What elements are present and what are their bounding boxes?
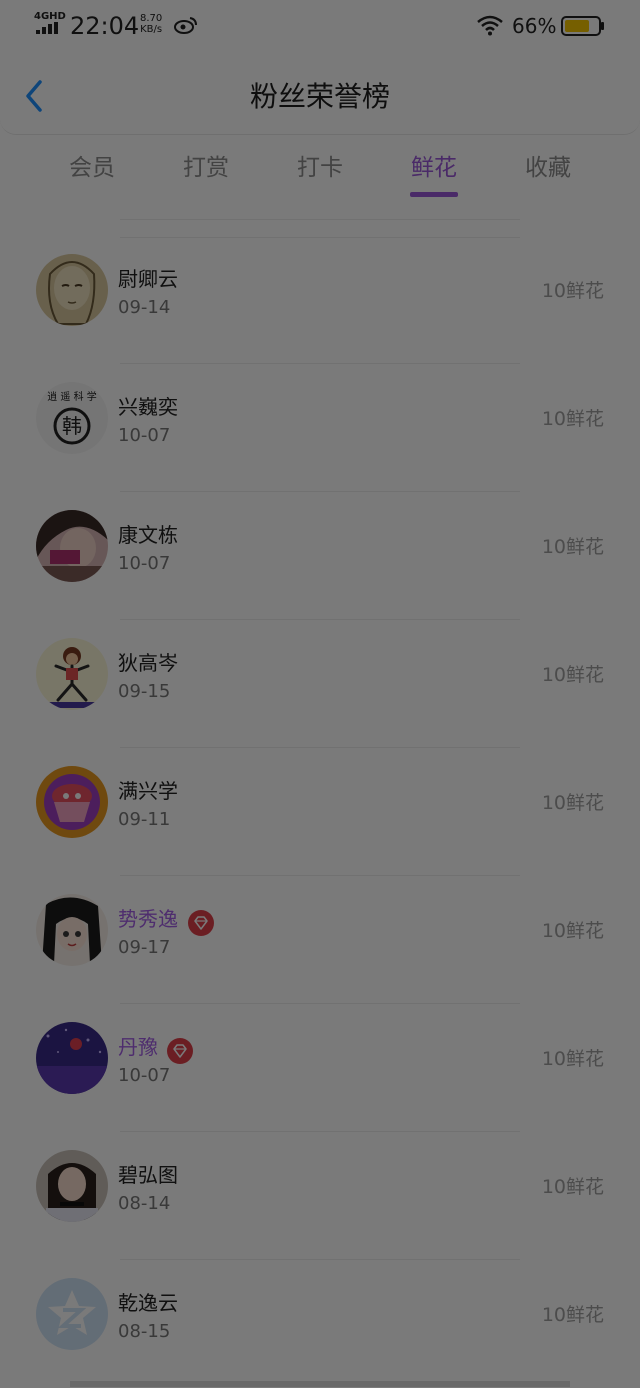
tab-favorites[interactable]: 收藏: [491, 146, 605, 190]
fan-name: 丹豫: [118, 1035, 158, 1059]
fan-name: 狄高岑: [118, 651, 178, 675]
fan-date: 08-14: [118, 1193, 171, 1214]
speed-unit: KB/s: [140, 24, 163, 35]
avatar[interactable]: [36, 894, 108, 966]
tab-checkin[interactable]: 打卡: [263, 146, 377, 190]
flower-amount: 10鲜花: [541, 1304, 604, 1326]
fan-date: 09-15: [118, 681, 171, 702]
avatar[interactable]: [36, 254, 108, 326]
weibo-icon: [174, 17, 197, 34]
tab-reward[interactable]: 打赏: [149, 146, 263, 190]
tab-bar: 会员 打赏 打卡 鲜花 收藏: [0, 146, 640, 202]
avatar[interactable]: [36, 1022, 108, 1094]
fan-name: 势秀逸: [118, 907, 178, 931]
vip-diamond-icon: [188, 910, 214, 936]
fan-date: 08-15: [118, 1321, 171, 1342]
list-item[interactable]: 乾逸云 08-15 10鲜花: [0, 1260, 640, 1388]
vip-diamond-icon: [167, 1038, 193, 1064]
list-item[interactable]: 狄高岑 09-15 10鲜花: [0, 620, 640, 748]
avatar[interactable]: 逍 遥 科 学 韩: [36, 382, 108, 454]
status-bar: 4GHD 22:04 8.70 KB/s 66%: [0, 0, 640, 52]
fan-name: 康文栋: [118, 523, 178, 547]
avatar[interactable]: [36, 510, 108, 582]
screen: 4GHD 22:04 8.70 KB/s 66% 粉丝荣誉榜 会员 打赏 打卡 …: [0, 0, 640, 1387]
battery-icon: [561, 16, 604, 36]
list-item[interactable]: 势秀逸 09-17 10鲜花: [0, 876, 640, 1004]
flower-amount: 10鲜花: [541, 792, 604, 814]
avatar[interactable]: [36, 1150, 108, 1222]
fan-date: 09-14: [118, 297, 171, 318]
fan-date: 10-07: [118, 1065, 171, 1086]
flower-amount: 10鲜花: [541, 1176, 604, 1198]
divider: [120, 219, 520, 220]
list-item[interactable]: 碧弘图 08-14 10鲜花: [0, 1132, 640, 1260]
tab-membership[interactable]: 会员: [35, 146, 149, 190]
avatar[interactable]: [36, 638, 108, 710]
svg-text:韩: 韩: [62, 414, 82, 438]
list-item[interactable]: 满兴学 09-11 10鲜花: [0, 748, 640, 876]
clock: 22:04: [70, 12, 140, 40]
page-title: 粉丝荣誉榜: [249, 80, 390, 113]
network-type: 4GHD: [34, 11, 66, 22]
list-item[interactable]: 康文栋 10-07 10鲜花: [0, 492, 640, 620]
speed-value: 8.70: [140, 13, 163, 24]
fan-date: 09-17: [118, 937, 171, 958]
wifi-icon: [477, 15, 503, 36]
flower-amount: 10鲜花: [541, 664, 604, 686]
signal-icon: [36, 22, 58, 34]
flower-amount: 10鲜花: [541, 408, 604, 430]
network-speed: 8.70 KB/s: [140, 13, 162, 35]
flower-amount: 10鲜花: [541, 1048, 604, 1070]
avatar[interactable]: [36, 766, 108, 838]
list-item[interactable]: 逍 遥 科 学 韩 兴巍奕 10-07 10鲜花: [0, 364, 640, 492]
bottom-strip: [70, 1381, 570, 1387]
fan-name: 尉卿云: [118, 267, 178, 291]
fan-name: 满兴学: [118, 779, 178, 803]
list-item[interactable]: 尉卿云 09-14 10鲜花: [0, 236, 640, 364]
flower-amount: 10鲜花: [541, 280, 604, 302]
list-item[interactable]: 丹豫 10-07 10鲜花: [0, 1004, 640, 1132]
avatar[interactable]: [36, 1278, 108, 1350]
fan-date: 10-07: [118, 553, 171, 574]
header: 粉丝荣誉榜: [0, 52, 640, 135]
battery-percent: 66%: [512, 14, 557, 38]
svg-text:逍 遥 科 学: 逍 遥 科 学: [47, 390, 97, 403]
fan-name: 兴巍奕: [118, 395, 178, 419]
fan-name: 碧弘图: [118, 1163, 178, 1187]
tab-flowers[interactable]: 鲜花: [377, 146, 491, 190]
fan-date: 10-07: [118, 425, 171, 446]
fan-date: 09-11: [118, 809, 171, 830]
flower-amount: 10鲜花: [541, 536, 604, 558]
flower-amount: 10鲜花: [541, 920, 604, 942]
active-tab-indicator: [410, 192, 458, 197]
fan-name: 乾逸云: [118, 1291, 178, 1315]
